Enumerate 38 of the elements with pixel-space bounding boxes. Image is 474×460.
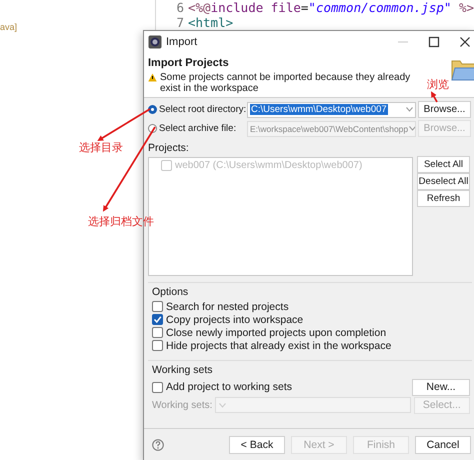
wizard-button[interactable]: < Back — [229, 436, 285, 454]
maximize-icon[interactable] — [428, 36, 440, 48]
radio-option[interactable]: Select root directory: — [148, 104, 245, 115]
path-combo[interactable]: C:\Users\wmm\Desktop\web007 — [247, 102, 416, 118]
code-line: <html> — [188, 15, 234, 30]
annotation-arrow — [431, 91, 438, 102]
code-line: <%@include file="common/common.jsp" %> — [188, 0, 474, 15]
window-title: Import — [166, 36, 198, 48]
checkbox-option[interactable]: Close newly imported projects upon completion — [152, 326, 470, 339]
dropdown-icon — [409, 126, 415, 131]
new-button[interactable]: New... — [412, 378, 470, 396]
checkbox-option[interactable]: Search for nested projects — [152, 300, 470, 313]
tree-item-text: ava] — [0, 22, 18, 32]
app-icon — [148, 35, 162, 49]
field-label: Working sets: — [152, 400, 212, 410]
checkbox-option[interactable]: Add project to working sets — [152, 380, 409, 394]
wizard-heading: Import Projects — [148, 57, 230, 69]
checkbox-option[interactable]: Copy projects into workspace — [152, 313, 470, 326]
dropdown-icon — [406, 107, 413, 112]
list-action-button[interactable]: Deselect All — [417, 173, 470, 190]
close-icon[interactable] — [459, 36, 471, 48]
group-title: Working sets — [152, 364, 214, 376]
list-label: Projects: — [148, 142, 190, 154]
line-number: 6 — [176, 0, 184, 15]
browse-button[interactable]: Browse... — [418, 101, 471, 118]
warning-message: Some projects cannot be imported because they already exist in the workspace — [160, 72, 412, 94]
list-action-button[interactable]: Select All — [417, 156, 470, 173]
annotation-label: 浏览 — [427, 78, 449, 92]
warning-icon — [148, 73, 157, 82]
line-number: 7 — [176, 15, 184, 30]
annotation-label: 选择目录 — [79, 141, 123, 155]
wizard-button[interactable]: Cancel — [415, 436, 471, 454]
dropdown-icon — [219, 402, 226, 408]
checkmark-icon — [153, 315, 162, 324]
help-icon[interactable] — [152, 439, 164, 451]
checkbox-option[interactable]: Hide projects that already exist in the workspace — [152, 339, 470, 352]
list-action-button[interactable]: Refresh — [417, 190, 470, 207]
group-title: Options — [152, 286, 190, 298]
